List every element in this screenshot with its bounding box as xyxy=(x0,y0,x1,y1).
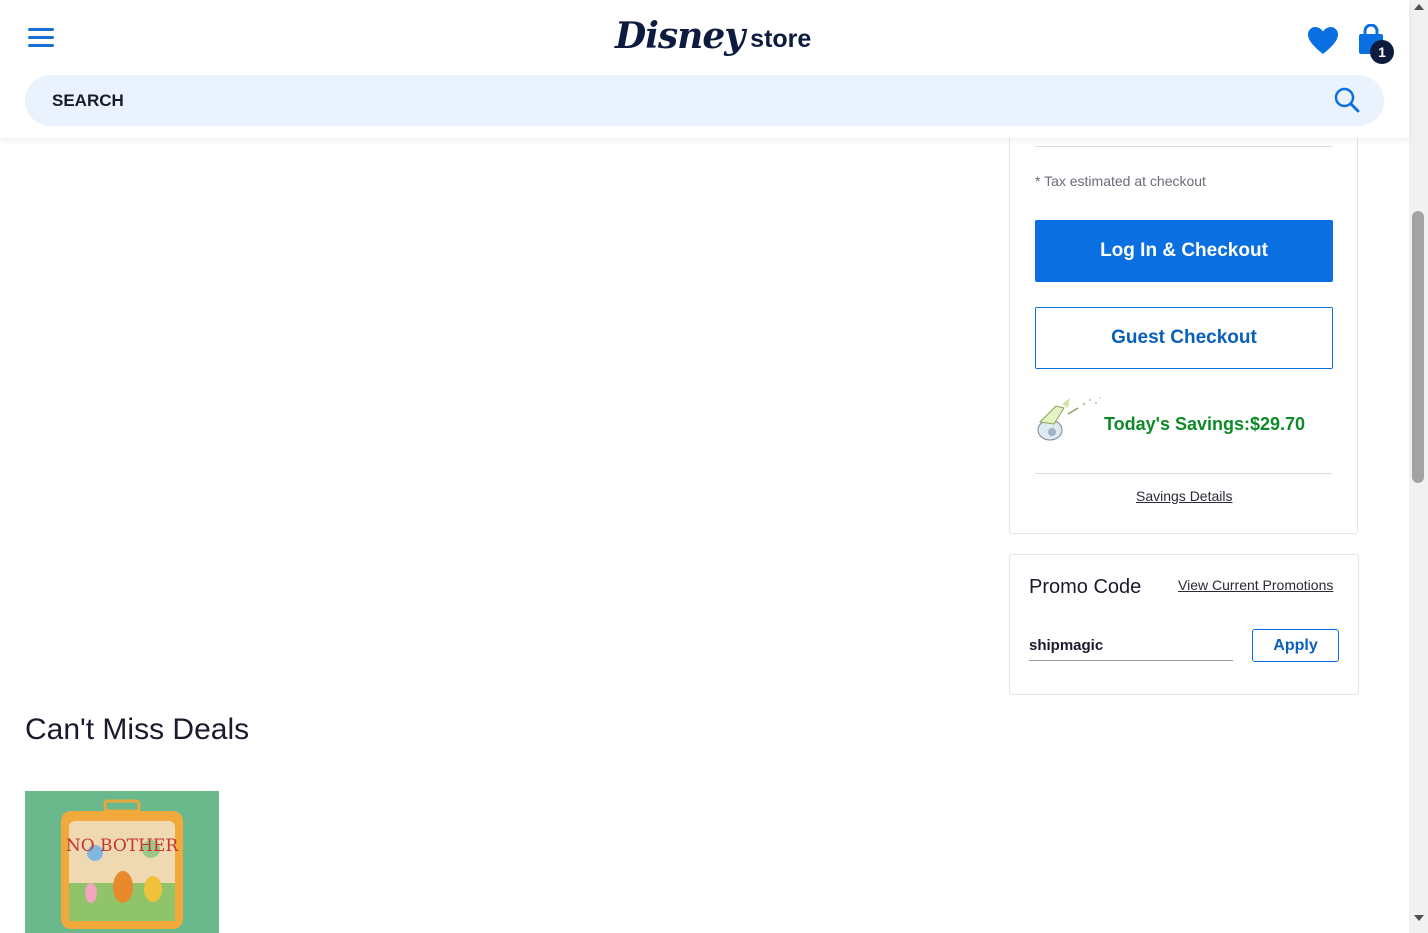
search-input[interactable] xyxy=(50,89,1314,112)
cart-count-badge: 1 xyxy=(1370,40,1394,64)
site-header: Disney store 1 xyxy=(0,0,1409,138)
promo-code-input[interactable] xyxy=(1029,630,1233,661)
deals-section-title: Can't Miss Deals xyxy=(25,713,250,746)
search-icon[interactable] xyxy=(1334,87,1360,113)
product-image-text: NO BOTHER xyxy=(66,836,180,856)
scroll-up-arrow[interactable] xyxy=(1414,4,1424,10)
view-current-promotions-link[interactable]: View Current Promotions xyxy=(1178,577,1333,593)
todays-savings-value: $29.70 xyxy=(1250,414,1306,434)
promo-code-title: Promo Code xyxy=(1029,576,1142,598)
tax-estimate-note: * Tax estimated at checkout xyxy=(1035,173,1206,189)
apply-promo-button[interactable]: Apply xyxy=(1252,629,1339,662)
summary-divider xyxy=(1035,146,1332,147)
disney-store-logo[interactable]: Disney store xyxy=(615,8,811,64)
deal-product-image[interactable]: NO BOTHER xyxy=(25,791,219,933)
guest-checkout-button[interactable]: Guest Checkout xyxy=(1035,307,1333,369)
page-scrollbar[interactable] xyxy=(1409,0,1428,933)
scrollbar-thumb[interactable] xyxy=(1412,211,1424,483)
shopping-bag-icon[interactable]: 1 xyxy=(1356,24,1396,64)
wishlist-heart-icon[interactable] xyxy=(1307,26,1339,56)
savings-divider xyxy=(1035,473,1332,474)
savings-details-link[interactable]: Savings Details xyxy=(1136,488,1233,504)
scroll-down-arrow[interactable] xyxy=(1414,915,1424,921)
search-bar xyxy=(25,75,1384,126)
login-checkout-button[interactable]: Log In & Checkout xyxy=(1035,220,1333,282)
logo-disney-text: Disney xyxy=(615,15,745,57)
logo-store-text: store xyxy=(750,24,812,53)
todays-savings-label: Today's Savings: xyxy=(1104,414,1250,434)
tinker-bell-icon xyxy=(1034,394,1104,444)
hamburger-menu-icon[interactable] xyxy=(28,28,54,50)
